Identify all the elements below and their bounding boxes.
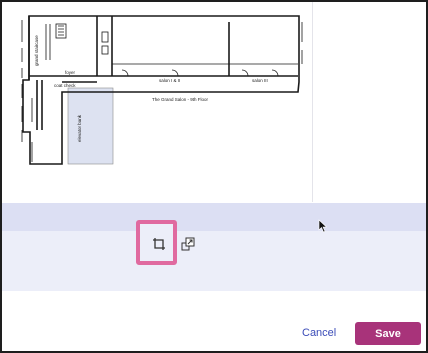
floor-title-label: The Grand Salon - 9th Floor [152, 97, 209, 102]
image-divider [312, 2, 313, 202]
foyer-label: foyer [65, 70, 76, 75]
toolbar-band-bottom [2, 231, 426, 291]
crop-icon [153, 238, 165, 250]
salon-3-label: salon III [252, 78, 268, 83]
cancel-button[interactable]: Cancel [302, 327, 336, 339]
elevator-bank-label: elevator bank [77, 114, 82, 142]
floor-plan-drawing: grand staircase foyer coat check salon I… [21, 15, 303, 165]
replace-image-button[interactable] [181, 237, 195, 251]
save-button[interactable]: Save [355, 322, 421, 345]
salon-1-2-label: salon I & II [159, 78, 180, 83]
replace-image-icon [181, 237, 195, 251]
floor-plan-image: grand staircase foyer coat check salon I… [2, 2, 312, 202]
mouse-cursor-icon [318, 219, 328, 233]
crop-button[interactable] [152, 237, 166, 251]
grand-staircase-label: grand staircase [34, 35, 39, 66]
elevator-bank-shape [67, 87, 114, 165]
toolbar-band-top [2, 203, 426, 231]
floor-plan-details [21, 20, 303, 162]
coat-check-label: coat check [54, 83, 76, 88]
modal-frame: grand staircase foyer coat check salon I… [0, 0, 428, 353]
